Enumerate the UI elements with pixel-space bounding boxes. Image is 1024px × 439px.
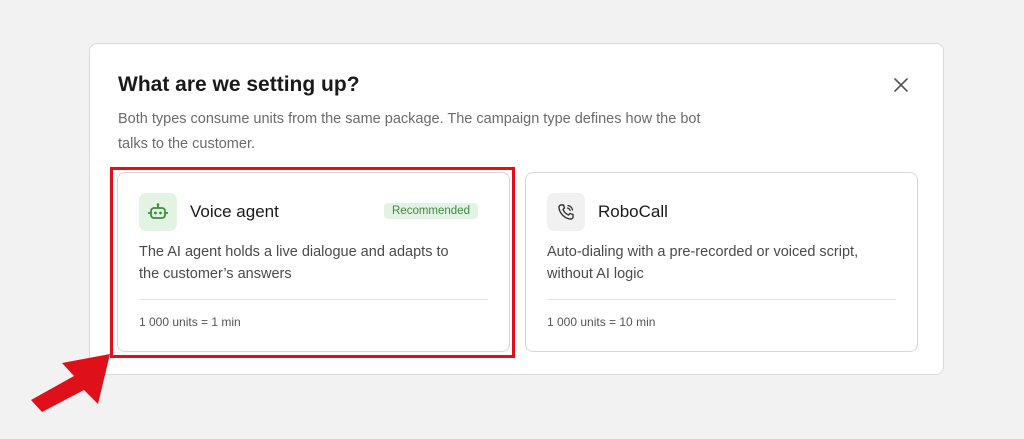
voice-agent-card[interactable]: Voice agent Recommended The AI agent hol… [117,172,510,352]
dialog-subtitle: Both types consume units from the same p… [118,111,701,152]
close-button[interactable] [890,74,912,96]
close-icon [894,78,908,92]
card-divider [547,299,896,300]
robocall-description: Auto-dialing with a pre-recorded or voic… [547,244,859,282]
robocall-title: RoboCall [598,202,668,221]
robot-icon [148,203,168,219]
robocall-units: 1 000 units = 10 min [547,315,656,329]
annotation-arrow-icon [31,354,110,412]
voice-agent-title: Voice agent [190,202,279,221]
voice-agent-icon-box [139,193,177,231]
voice-agent-description: The AI agent holds a live dialogue and a… [139,244,449,282]
campaign-type-dialog: What are we setting up? Both types consu… [89,43,944,375]
dialog-title: What are we setting up? [118,73,360,96]
recommended-badge: Recommended [384,203,478,219]
card-divider [139,299,488,300]
phone-icon [558,204,574,220]
voice-agent-units: 1 000 units = 1 min [139,315,241,329]
robocall-card[interactable]: RoboCall Auto-dialing with a pre-recorde… [525,172,918,352]
robocall-icon-box [547,193,585,231]
